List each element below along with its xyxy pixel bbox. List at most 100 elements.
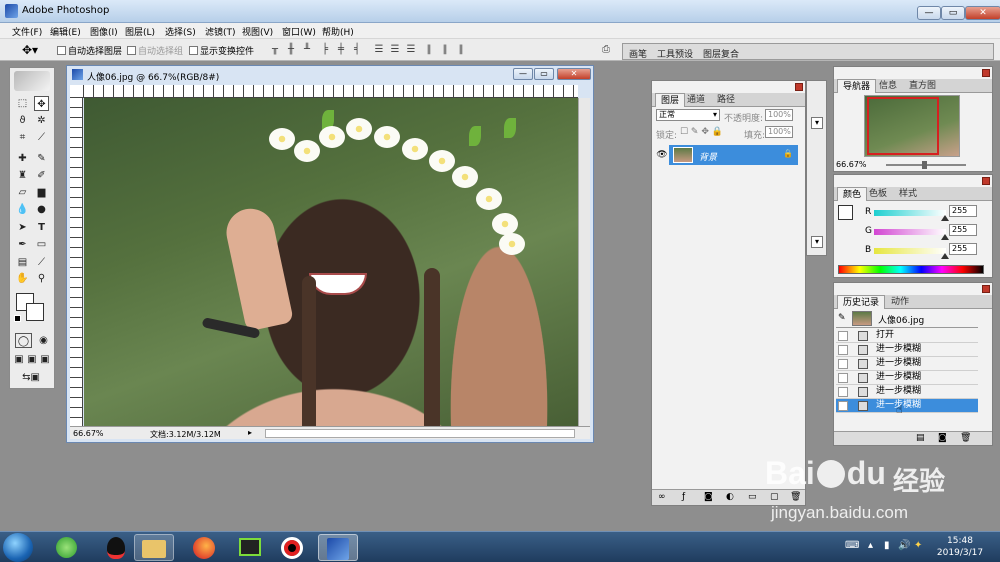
taskbar-app-explorer[interactable] [134, 534, 174, 561]
screen-mode-menu-icon[interactable]: ▣ [26, 352, 38, 367]
tab-color[interactable]: 颜色 [837, 187, 868, 201]
usb-tray-icon[interactable]: ▮ [884, 540, 890, 551]
align-top-icon[interactable]: ╥ [268, 44, 282, 56]
tab-swatches[interactable]: 色板 [864, 187, 892, 201]
tab-histogram[interactable]: 直方图 [904, 79, 941, 93]
navigator-view-box[interactable] [867, 97, 939, 155]
layer-mask-icon[interactable]: ◙ [704, 492, 713, 502]
auto-select-layer-checkbox[interactable]: 自动选择图层 [57, 44, 122, 57]
fg-color-chip[interactable] [838, 205, 853, 220]
menu-file[interactable]: 文件(F) [12, 25, 42, 38]
taskbar-app-firefox[interactable] [184, 534, 224, 561]
g-slider-thumb[interactable] [941, 234, 949, 240]
layer-style-icon[interactable]: ƒ [682, 492, 685, 502]
taskbar-app-browser[interactable] [46, 534, 86, 561]
g-channel-slider[interactable] [874, 229, 946, 235]
menu-image[interactable]: 图像(I) [90, 25, 118, 38]
brush-tool-icon[interactable]: ✎ [34, 151, 49, 166]
distribute-top-icon[interactable]: ☰ [372, 44, 386, 56]
fill-field[interactable]: 100% [765, 126, 793, 138]
tab-history[interactable]: 历史记录 [837, 295, 886, 309]
layer-row-background[interactable]: 👁 背景 🔒 [655, 145, 798, 165]
tab-info[interactable]: 信息 [874, 79, 902, 93]
volume-icon[interactable]: 🔊 [898, 540, 910, 551]
menu-view[interactable]: 视图(V) [242, 25, 273, 38]
lasso-tool-icon[interactable]: ϑ [15, 113, 30, 128]
slice-tool-icon[interactable]: ⟋ [34, 130, 49, 145]
history-state-checkbox[interactable] [838, 373, 848, 383]
menu-window[interactable]: 窗口(W) [282, 25, 316, 38]
b-channel-slider[interactable] [874, 248, 946, 254]
show-transform-checkbox[interactable]: 显示变换控件 [189, 44, 254, 57]
align-vcenter-icon[interactable]: ╫ [284, 44, 298, 56]
layer-name[interactable]: 背景 [699, 150, 717, 163]
panel-menu-arrow-icon[interactable]: ▾ [811, 117, 823, 129]
dodge-tool-icon[interactable]: ● [34, 202, 49, 217]
shape-tool-icon[interactable]: ▭ [34, 237, 49, 252]
r-slider-thumb[interactable] [941, 215, 949, 221]
tab-navigator[interactable]: 导航器 [837, 79, 877, 93]
jump-to-imageready-icon[interactable]: ⇆▣ [15, 370, 47, 385]
minimize-button[interactable]: — [917, 6, 941, 20]
history-state-checkbox[interactable] [838, 359, 848, 369]
navigator-zoom-value[interactable]: 66.67% [836, 160, 867, 169]
network-tray-icon[interactable]: ✦ [914, 540, 922, 551]
taskbar-app-recorder[interactable] [272, 534, 312, 561]
well-tab-tool-presets[interactable]: 工具预设 [657, 47, 693, 60]
well-tab-layer-comps[interactable]: 图层复合 [703, 47, 739, 60]
magic-wand-icon[interactable]: ✲ [34, 113, 49, 128]
history-brush-icon[interactable]: ✐ [34, 168, 49, 183]
marquee-tool-icon[interactable]: ⬚ [15, 96, 30, 111]
history-brush-source-icon[interactable]: ✎ [838, 313, 846, 323]
color-panel-close-icon[interactable] [982, 177, 990, 185]
tab-channels[interactable]: 通道 [682, 93, 710, 107]
auto-select-group-checkbox[interactable]: 自动选择组 [127, 44, 183, 57]
well-tab-brushes[interactable]: 画笔 [629, 47, 647, 60]
navigator-close-icon[interactable] [982, 69, 990, 77]
healing-brush-icon[interactable]: ✚ [15, 151, 30, 166]
adjustment-layer-icon[interactable]: ◐ [726, 492, 734, 502]
pen-tool-icon[interactable]: ✒ [15, 237, 30, 252]
crop-tool-icon[interactable]: ⌗ [15, 130, 30, 145]
close-button[interactable]: ✕ [965, 6, 1000, 20]
distribute-hcenter-icon[interactable]: ‖ [438, 44, 452, 56]
color-spectrum-ramp[interactable] [838, 265, 984, 274]
layer-visibility-eye-icon[interactable]: 👁 [655, 145, 669, 165]
history-item[interactable]: 进一步模糊 [836, 343, 978, 357]
align-bottom-icon[interactable]: ╨ [300, 44, 314, 56]
taskbar-app-qq[interactable] [96, 534, 136, 561]
blur-tool-icon[interactable]: 💧 [15, 202, 30, 217]
canvas-horizontal-scrollbar[interactable] [265, 429, 575, 438]
g-value-field[interactable]: 255 [949, 224, 977, 236]
history-item[interactable]: 打开 [836, 329, 978, 343]
tab-actions[interactable]: 动作 [886, 295, 914, 309]
new-snapshot-icon[interactable]: ◙ [938, 433, 947, 443]
tab-layers[interactable]: 图层 [655, 93, 686, 107]
zoom-level[interactable]: 66.67% [73, 429, 104, 438]
menu-select[interactable]: 选择(S) [165, 25, 196, 38]
distribute-bottom-icon[interactable]: ☰ [404, 44, 418, 56]
distribute-left-icon[interactable]: ‖ [422, 44, 436, 56]
layers-panel-close-icon[interactable] [795, 83, 803, 91]
background-color-swatch[interactable] [26, 303, 44, 321]
history-state-checkbox[interactable] [838, 345, 848, 355]
canvas-image[interactable] [84, 98, 578, 426]
r-channel-slider[interactable] [874, 210, 946, 216]
notes-tool-icon[interactable]: ▤ [15, 255, 30, 270]
canvas-vertical-scrollbar[interactable] [578, 98, 590, 426]
history-item[interactable]: 进一步模糊 [836, 357, 978, 371]
horizontal-ruler[interactable] [84, 85, 578, 98]
file-browser-icon[interactable]: ⎙ [598, 44, 614, 56]
gradient-tool-icon[interactable]: ▆ [34, 185, 49, 200]
history-item[interactable]: 进一步模糊 [836, 385, 978, 399]
clone-stamp-icon[interactable]: ♜ [15, 168, 30, 183]
doc-minimize-button[interactable]: — [513, 68, 533, 80]
opacity-field[interactable]: 100% [765, 109, 793, 121]
history-state-checkbox[interactable] [838, 331, 848, 341]
zoom-tool-icon[interactable]: ⚲ [34, 271, 49, 286]
path-selection-icon[interactable]: ➤ [15, 220, 30, 235]
system-clock[interactable]: 15:48 2019/3/17 [925, 535, 995, 561]
menu-filter[interactable]: 滤镜(T) [205, 25, 236, 38]
type-tool-icon[interactable]: T [34, 220, 49, 235]
distribute-vcenter-icon[interactable]: ☰ [388, 44, 402, 56]
